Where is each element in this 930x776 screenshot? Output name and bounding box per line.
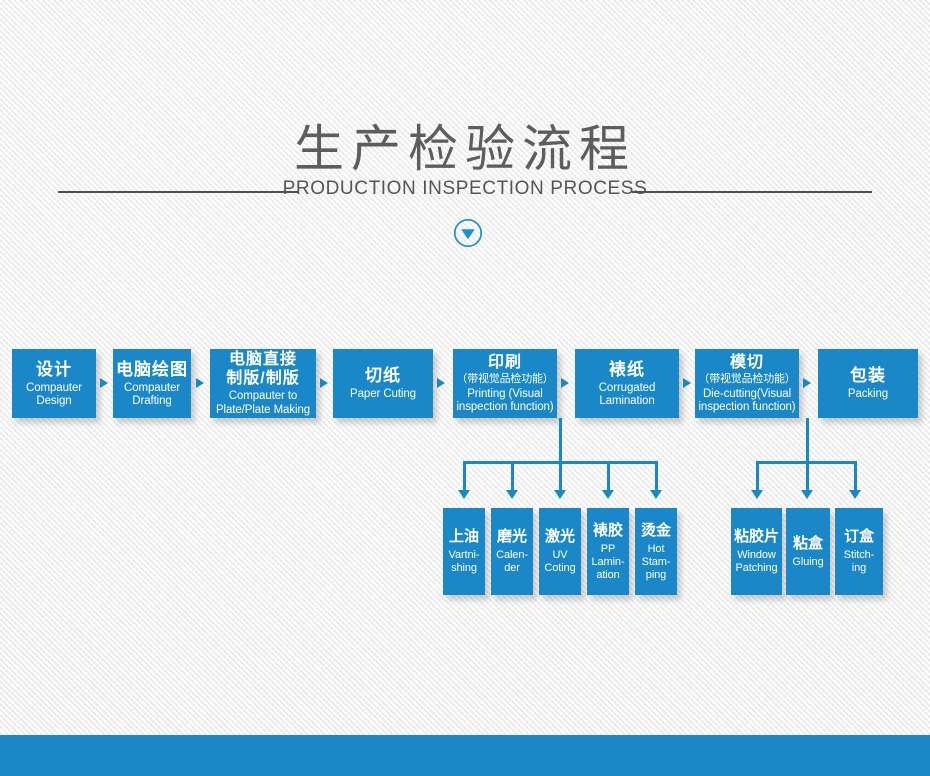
substep-cn-label: 磨光	[496, 528, 527, 545]
arrow-down-icon	[801, 490, 813, 499]
flow-step-cn-label: 包装	[850, 366, 886, 386]
flow-step-en-label: Die-cutting(Visual inspection function)	[698, 387, 796, 414]
arrow-right-icon	[100, 378, 108, 388]
substep-en-label: Hot Stam- ping	[641, 542, 671, 581]
substep-cn-label: 粘盒	[792, 534, 823, 552]
substep-en-label: Gluing	[792, 555, 824, 568]
branch-drop-line	[756, 461, 759, 491]
substep-cn-label: 激光	[544, 528, 575, 545]
arrow-right-icon	[320, 378, 328, 388]
rule-right	[632, 191, 872, 193]
flow-step-design[interactable]: 设计 Compauter Design	[12, 349, 96, 418]
arrow-down-icon	[650, 490, 662, 499]
page-title: 生产检验流程	[294, 121, 636, 177]
substep-en-label: Stitch- ing	[843, 549, 875, 574]
arrow-right-icon	[683, 378, 691, 388]
flow-step-cn-label: 模切	[729, 353, 764, 371]
flow-step-cn-label: 电脑绘图	[116, 359, 188, 379]
flow-step-cn-label: 切纸	[365, 366, 401, 386]
arrow-right-icon	[437, 378, 445, 388]
substep-en-label: Calen- der	[496, 549, 528, 574]
substep-cn-label: 上油	[448, 528, 479, 545]
arrow-down-icon	[751, 490, 763, 499]
branch-trunk-line	[559, 418, 562, 464]
substep-cn-label: 裱胶	[592, 521, 623, 539]
flow-step-plate-making[interactable]: 电脑直接 制版/制版 Compauter to Plate/Plate Maki…	[210, 349, 316, 418]
flow-step-cn-note: （带视觉品检功能）	[698, 372, 796, 385]
branch-trunk-line	[806, 418, 809, 464]
branch-drop-line	[607, 461, 610, 491]
flow-step-printing[interactable]: 印刷 （带视觉品检功能） Printing (Visual inspection…	[453, 349, 557, 418]
branch-drop-line	[655, 461, 658, 491]
chevron-down-circle-icon	[453, 218, 483, 248]
branch-drop-line	[511, 461, 514, 491]
substep-gluing[interactable]: 粘盒 Gluing	[786, 508, 830, 595]
substep-cn-label: 订盒	[843, 528, 874, 545]
flow-step-en-label: Compauter to Plate/Plate Making	[215, 390, 311, 416]
substep-en-label: UV Coting	[544, 549, 576, 574]
arrow-down-icon	[458, 490, 470, 499]
flow-step-corrugated-lamination[interactable]: 裱纸 Corrugated Lamination	[575, 349, 679, 418]
flow-step-en-label: Compauter Design	[26, 381, 82, 408]
flow-step-en-label: Paper Cuting	[350, 388, 416, 401]
arrow-down-icon	[849, 490, 861, 499]
flow-step-cn-label: 设计	[36, 359, 72, 379]
subtitle-row: PRODUCTION INSPECTION PROCESS	[0, 178, 930, 206]
substep-en-label: PP Lamin- ation	[591, 542, 625, 581]
substep-cn-label: 粘胶片	[734, 528, 780, 545]
flow-step-en-label: Printing (Visual inspection function)	[456, 387, 554, 414]
flow-step-cn-label: 裱纸	[609, 359, 645, 379]
substep-hot-stamping[interactable]: 烫金 Hot Stam- ping	[635, 508, 677, 595]
page-subtitle: PRODUCTION INSPECTION PROCESS	[282, 178, 648, 199]
arrow-down-icon	[506, 490, 518, 499]
flow-step-die-cutting[interactable]: 模切 （带视觉品检功能） Die-cutting(Visual inspecti…	[695, 349, 799, 418]
substep-pp-lamination[interactable]: 裱胶 PP Lamin- ation	[587, 508, 629, 595]
flow-step-cn-label: 电脑直接 制版/制版	[226, 351, 300, 387]
flow-step-en-label: Corrugated Lamination	[598, 381, 656, 408]
branch-drop-line	[806, 461, 809, 491]
arrow-down-icon	[602, 490, 614, 499]
arrow-right-icon	[196, 378, 204, 388]
flow-step-cn-label: 印刷	[487, 353, 522, 371]
flow-step-cn-note: （带视觉品检功能）	[456, 372, 554, 385]
substep-cn-label: 烫金	[640, 521, 671, 539]
arrow-right-icon	[561, 378, 569, 388]
branch-drop-line	[559, 461, 562, 491]
substep-window-patching[interactable]: 粘胶片 Window Patching	[731, 508, 782, 595]
branch-drop-line	[463, 461, 466, 491]
flow-step-en-label: Packing	[847, 388, 889, 401]
arrow-right-icon	[803, 378, 811, 388]
substep-calender[interactable]: 磨光 Calen- der	[491, 508, 533, 595]
flow-step-packing[interactable]: 包装 Packing	[818, 349, 918, 418]
substep-stitching[interactable]: 订盒 Stitch- ing	[835, 508, 883, 595]
flow-step-en-label: Compauter Drafting	[124, 381, 180, 408]
substep-en-label: Window Patching	[735, 549, 778, 574]
flow-step-computer-drafting[interactable]: 电脑绘图 Compauter Drafting	[113, 349, 191, 418]
substep-uv-coating[interactable]: 激光 UV Coting	[539, 508, 581, 595]
bottom-accent-bar	[0, 735, 930, 776]
substep-en-label: Vartni- shing	[448, 549, 480, 574]
branch-drop-line	[854, 461, 857, 491]
arrow-down-icon	[554, 490, 566, 499]
flow-step-paper-cutting[interactable]: 切纸 Paper Cuting	[333, 349, 433, 418]
substep-varnishing[interactable]: 上油 Vartni- shing	[443, 508, 485, 595]
